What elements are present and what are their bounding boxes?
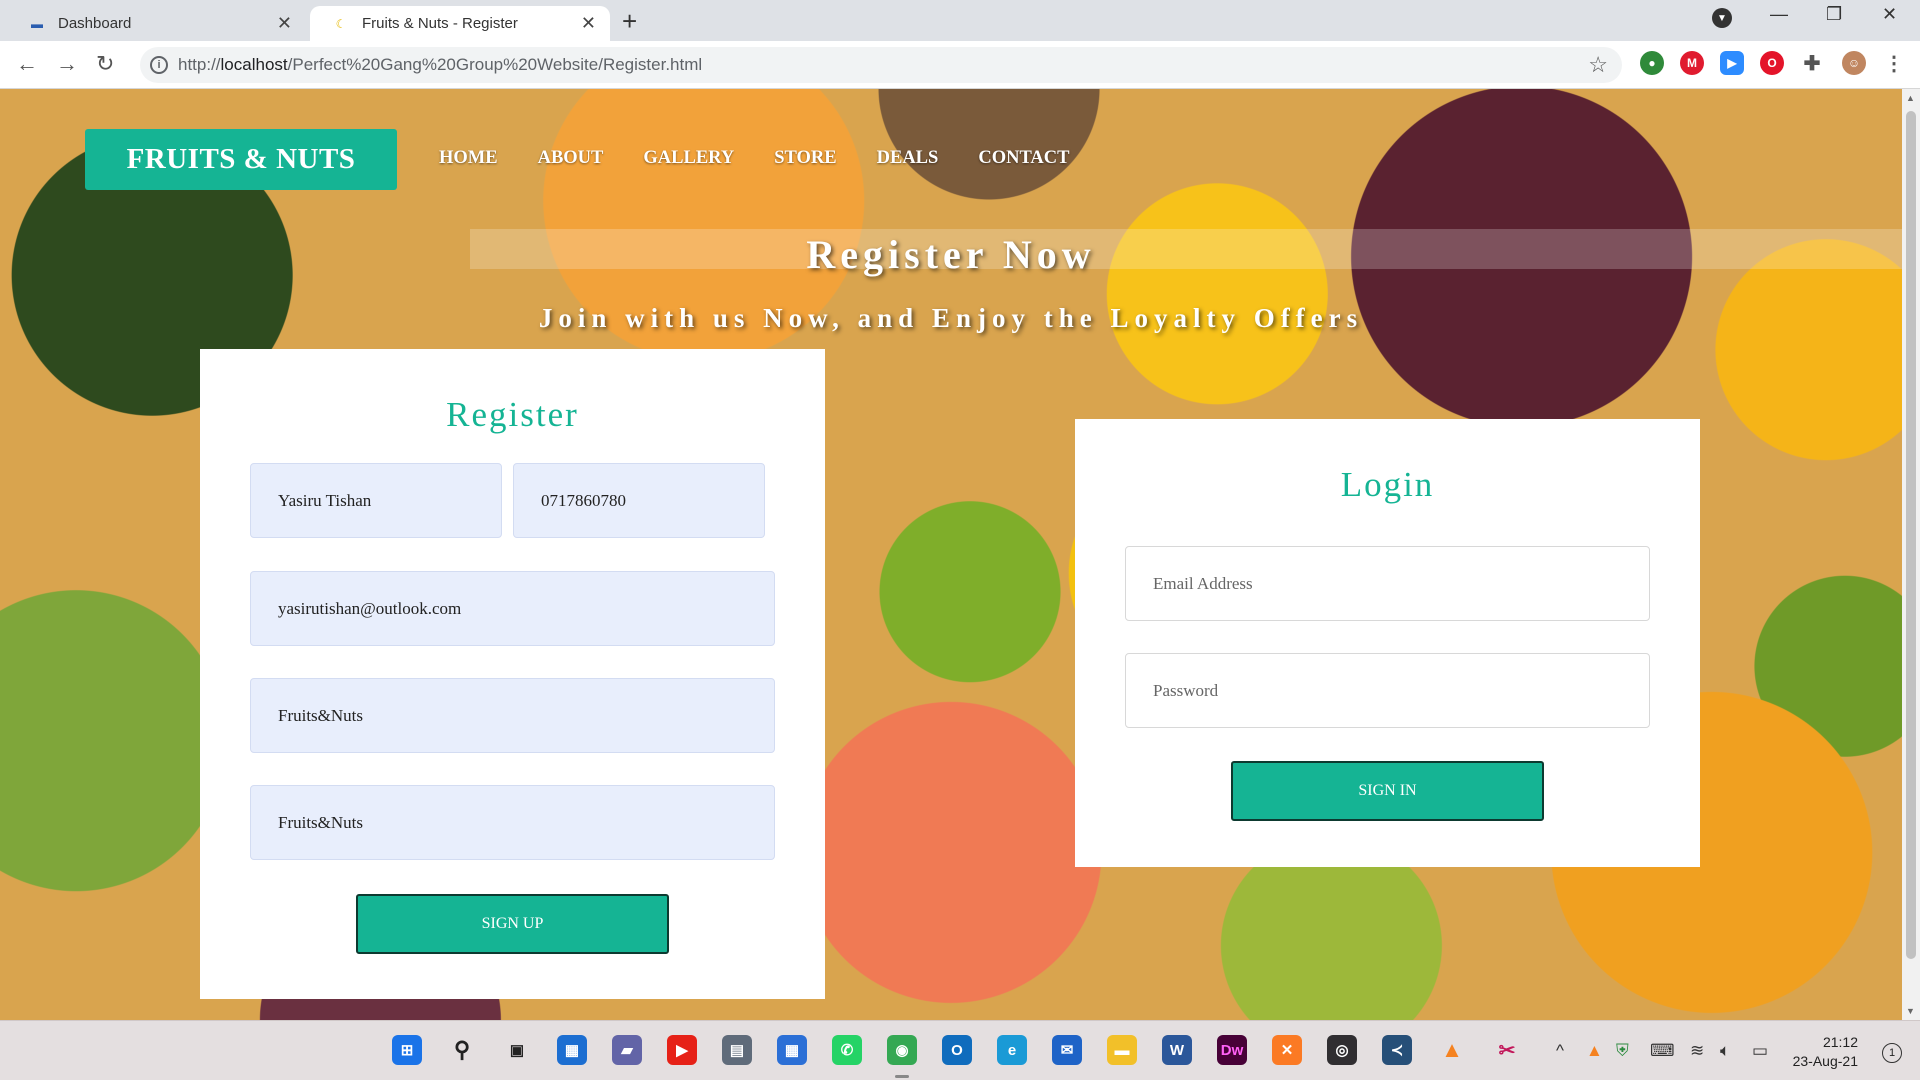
tab-title: Dashboard [58,15,132,32]
system-clock[interactable]: 21:12 23-Aug-21 [1793,1033,1858,1071]
tray-chevron-icon[interactable]: ^ [1556,1041,1564,1061]
back-icon[interactable]: ← [16,51,38,77]
search-icon[interactable]: ⚲ [447,1035,477,1065]
name-field[interactable]: Yasiru Tishan [250,463,502,538]
profile-avatar[interactable]: ☺ [1842,51,1866,75]
dreamweaver-icon[interactable]: Dw [1217,1035,1247,1065]
windows-taskbar: ⊞ ⚲ ▣ ▦ ▰ ▶ ▤ ▦ ✆ ◉ O e ✉ ▬ W Dw ✕ ◎ ≺ ▲… [0,1020,1920,1080]
edge-icon[interactable]: e [997,1035,1027,1065]
forward-icon[interactable]: → [56,51,78,77]
nav-store[interactable]: STORE [774,148,836,169]
login-card: Login Email Address Password SIGN IN [1075,419,1700,867]
volume-icon[interactable]: 🔈︎ [1720,1041,1730,1061]
nav-home[interactable]: HOME [439,148,498,169]
confirm-password-field[interactable]: Fruits&Nuts [250,785,775,860]
tab-dashboard[interactable]: ▬ Dashboard ✕ [6,6,306,41]
battery-icon[interactable]: ▭ [1752,1041,1768,1061]
chrome-icon[interactable]: ◉ [887,1035,917,1065]
outlook-icon[interactable]: O [942,1035,972,1065]
site-brand-logo[interactable]: FRUITS & NUTS [85,129,397,190]
scroll-up-icon[interactable]: ▲ [1906,93,1915,103]
extension-zoom-icon[interactable]: ▶ [1720,51,1744,75]
task-view-icon[interactable]: ▣ [502,1035,532,1065]
phone-field[interactable]: 0717860780 [513,463,765,538]
teams-chat-icon[interactable]: ▰ [612,1035,642,1065]
dashboard-favicon-icon: ▬ [31,16,43,31]
notification-badge[interactable]: 1 [1882,1043,1902,1063]
vlc-icon[interactable]: ▲ [1437,1035,1467,1065]
new-tab-icon[interactable]: + [622,6,637,36]
sign-up-button[interactable]: SIGN UP [356,894,669,954]
extensions-puzzle-icon[interactable]: ✚ [1800,51,1824,75]
extension-m-icon[interactable]: M [1680,51,1704,75]
calculator-icon[interactable]: ▤ [722,1035,752,1065]
reload-icon[interactable]: ↻ [96,51,114,77]
email-field[interactable]: yasirutishan@outlook.com [250,571,775,646]
tray-keyboard-icon[interactable]: ⌨ [1650,1041,1675,1061]
page-scrollbar[interactable]: ▲ ▼ [1902,89,1920,1020]
menu-kebab-icon[interactable]: ⋮ [1882,51,1906,75]
nav-gallery[interactable]: GALLERY [643,148,734,169]
extension-opera-icon[interactable]: O [1760,51,1784,75]
clock-time: 21:12 [1822,1034,1858,1050]
calendar-icon[interactable]: ▦ [777,1035,807,1065]
page-viewport: FRUITS & NUTS HOME ABOUT GALLERY STORE D… [0,89,1902,1020]
nav-deals[interactable]: DEALS [877,148,939,169]
mail-icon[interactable]: ✉ [1052,1035,1082,1065]
widgets-icon[interactable]: ▦ [557,1035,587,1065]
clock-date: 23-Aug-21 [1792,1053,1858,1069]
chrome-active-indicator [895,1075,909,1078]
url-path: /Perfect%20Gang%20Group%20Website/Regist… [287,55,703,74]
browser-toolbar: ← → ↻ i http://localhost/Perfect%20Gang%… [0,41,1920,89]
tray-vlc-icon[interactable]: ▲ [1586,1041,1603,1061]
xampp-icon[interactable]: ✕ [1272,1035,1302,1065]
scroll-down-icon[interactable]: ▼ [1906,1006,1915,1016]
close-tab-icon[interactable]: ✕ [277,13,292,34]
register-title: Register [446,395,579,434]
nav-contact[interactable]: CONTACT [978,148,1069,169]
minimize-icon[interactable]: — [1770,4,1788,25]
close-tab-icon[interactable]: ✕ [581,13,596,34]
nav-about[interactable]: ABOUT [538,148,604,169]
youtube-icon[interactable]: ▶ [667,1035,697,1065]
tab-register[interactable]: ☾ Fruits & Nuts - Register ✕ [310,6,610,41]
vscode-icon[interactable]: ≺ [1382,1035,1412,1065]
wifi-icon[interactable]: ≋ [1690,1041,1704,1061]
start-icon[interactable]: ⊞ [392,1035,422,1065]
tab-title: Fruits & Nuts - Register [362,15,518,32]
close-window-icon[interactable]: ✕ [1882,4,1897,25]
hero-title: Register Now [806,232,1096,277]
register-card: Register Yasiru Tishan 0717860780 yasiru… [200,349,825,999]
file-explorer-icon[interactable]: ▬ [1107,1035,1137,1065]
url-prefix: http:// [178,55,221,74]
tray-security-icon[interactable]: ⛨ [1616,1041,1629,1061]
snipping-tool-icon[interactable]: ✂ [1492,1035,1522,1065]
whatsapp-icon[interactable]: ✆ [832,1035,862,1065]
restore-icon[interactable]: ❐ [1826,4,1842,25]
banana-favicon-icon: ☾ [335,16,347,31]
address-bar[interactable]: i http://localhost/Perfect%20Gang%20Grou… [140,47,1622,83]
main-nav: HOME ABOUT GALLERY STORE DEALS CONTACT [439,148,1069,169]
password-field[interactable]: Fruits&Nuts [250,678,775,753]
word-icon[interactable]: W [1162,1035,1192,1065]
hero-subtitle: Join with us Now, and Enjoy the Loyalty … [538,303,1364,333]
site-info-icon[interactable]: i [150,56,168,74]
extension-globe-icon[interactable]: ● [1640,51,1664,75]
sign-in-button[interactable]: SIGN IN [1231,761,1544,821]
bookmark-star-icon[interactable]: ☆ [1588,52,1608,78]
scroll-thumb[interactable] [1906,111,1916,959]
login-title: Login [1340,465,1435,504]
profile-dropdown-icon[interactable]: ▼ [1712,8,1732,28]
login-email-input[interactable]: Email Address [1125,546,1650,621]
obs-icon[interactable]: ◎ [1327,1035,1357,1065]
login-password-input[interactable]: Password [1125,653,1650,728]
browser-tab-bar: ▬ Dashboard ✕ ☾ Fruits & Nuts - Register… [0,0,1920,41]
url-host: localhost [220,55,288,74]
